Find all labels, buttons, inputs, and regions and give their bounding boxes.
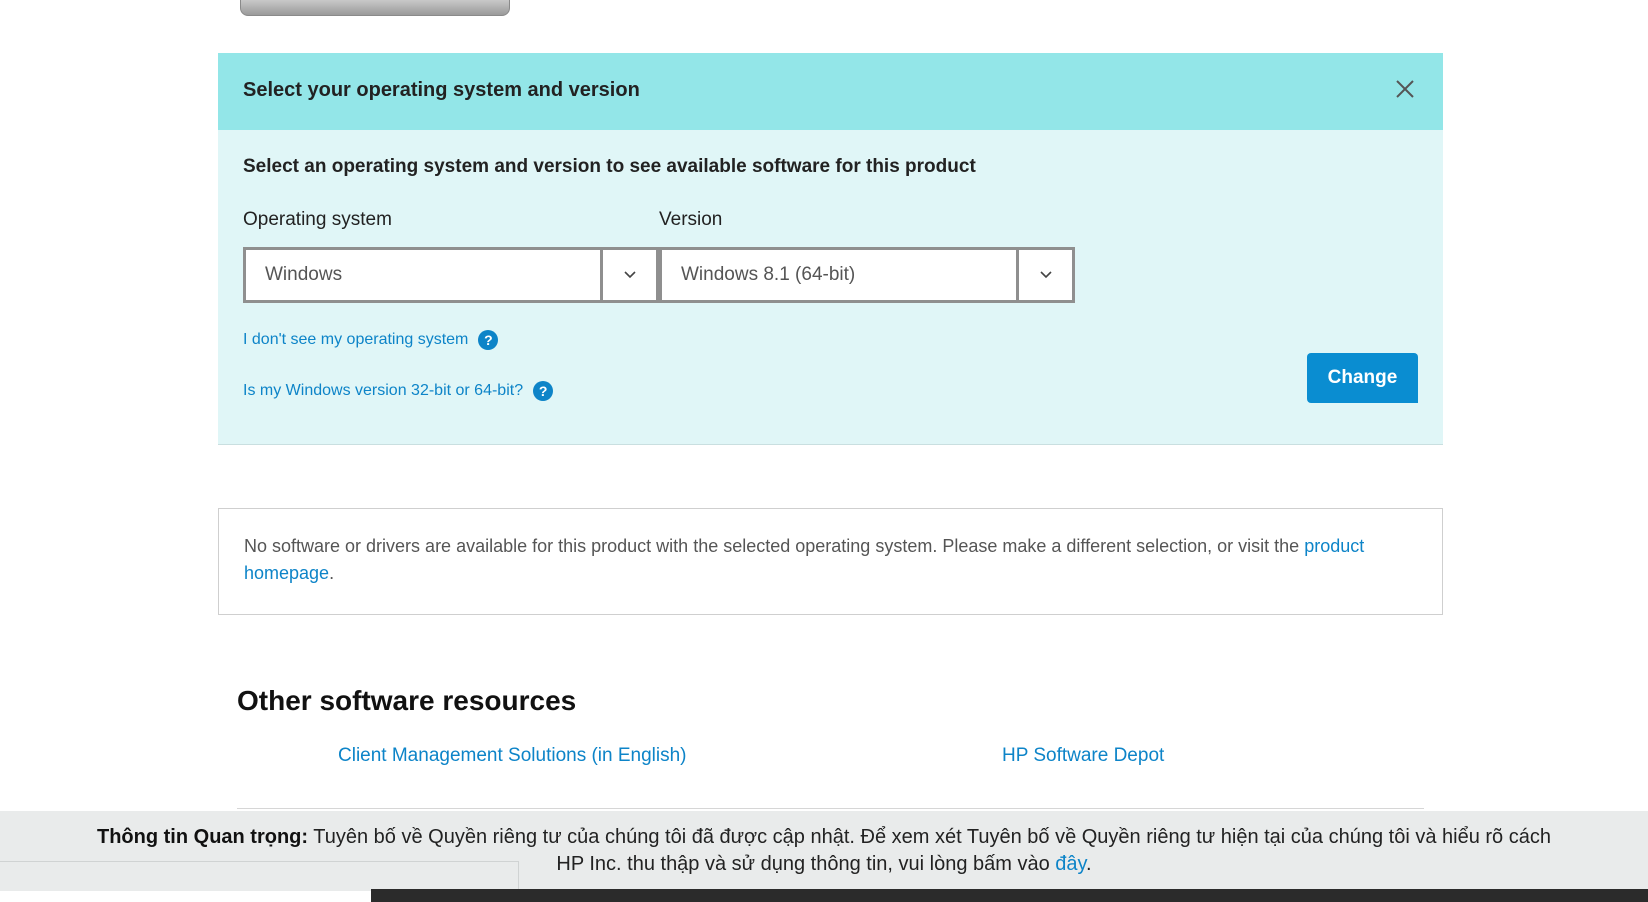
- os-selector-subtitle: Select an operating system and version t…: [243, 156, 976, 177]
- os-not-listed-link[interactable]: I don't see my operating system ?: [243, 330, 499, 350]
- other-resources-title: Other software resources: [237, 685, 577, 716]
- taskbar: [371, 889, 1648, 902]
- divider: [0, 861, 518, 862]
- os-selector-title: Select your operating system and version: [243, 79, 640, 101]
- notice-message: No software or drivers are available for…: [244, 536, 1300, 556]
- client-management-link[interactable]: Client Management Solutions (in English): [338, 745, 687, 767]
- os-select-value: Windows: [265, 264, 343, 285]
- privacy-banner-text: Thông tin Quan trọng: Tuyên bố về Quyền …: [90, 824, 1558, 878]
- divider: [237, 808, 1424, 809]
- help-question-icon[interactable]: ?: [533, 381, 554, 401]
- software-depot-link[interactable]: HP Software Depot: [1002, 745, 1164, 767]
- chevron-down-icon[interactable]: [1016, 250, 1072, 300]
- no-drivers-notice: No software or drivers are available for…: [218, 508, 1443, 615]
- version-label: Version: [659, 209, 723, 230]
- os-selector-header: Select your operating system and version: [218, 53, 1443, 130]
- notice-text: No software or drivers are available for…: [244, 533, 1424, 587]
- privacy-suffix: .: [1086, 853, 1092, 875]
- product-image: [240, 0, 510, 16]
- divider: [518, 861, 519, 891]
- chevron-down-icon[interactable]: [600, 250, 656, 300]
- version-select-value: Windows 8.1 (64-bit): [681, 264, 856, 285]
- notice-suffix: .: [329, 563, 335, 583]
- close-icon[interactable]: [1393, 77, 1417, 101]
- bitness-help-link[interactable]: Is my Windows version 32-bit or 64-bit? …: [243, 381, 554, 401]
- os-label: Operating system: [243, 209, 392, 230]
- privacy-here-link[interactable]: đây: [1055, 853, 1086, 875]
- privacy-banner: Thông tin Quan trọng: Tuyên bố về Quyền …: [0, 811, 1648, 891]
- os-selector-panel: Select your operating system and version…: [218, 53, 1443, 445]
- os-not-listed-label: I don't see my operating system: [243, 331, 469, 348]
- os-select[interactable]: Windows: [243, 247, 659, 303]
- privacy-banner-message: Tuyên bố về Quyền riêng tư của chúng tôi…: [313, 826, 1551, 875]
- help-question-icon[interactable]: ?: [478, 330, 499, 350]
- change-button[interactable]: Change: [1307, 353, 1418, 403]
- version-select[interactable]: Windows 8.1 (64-bit): [659, 247, 1075, 303]
- privacy-banner-label: Thông tin Quan trọng:: [97, 826, 309, 848]
- bitness-help-label: Is my Windows version 32-bit or 64-bit?: [243, 382, 524, 399]
